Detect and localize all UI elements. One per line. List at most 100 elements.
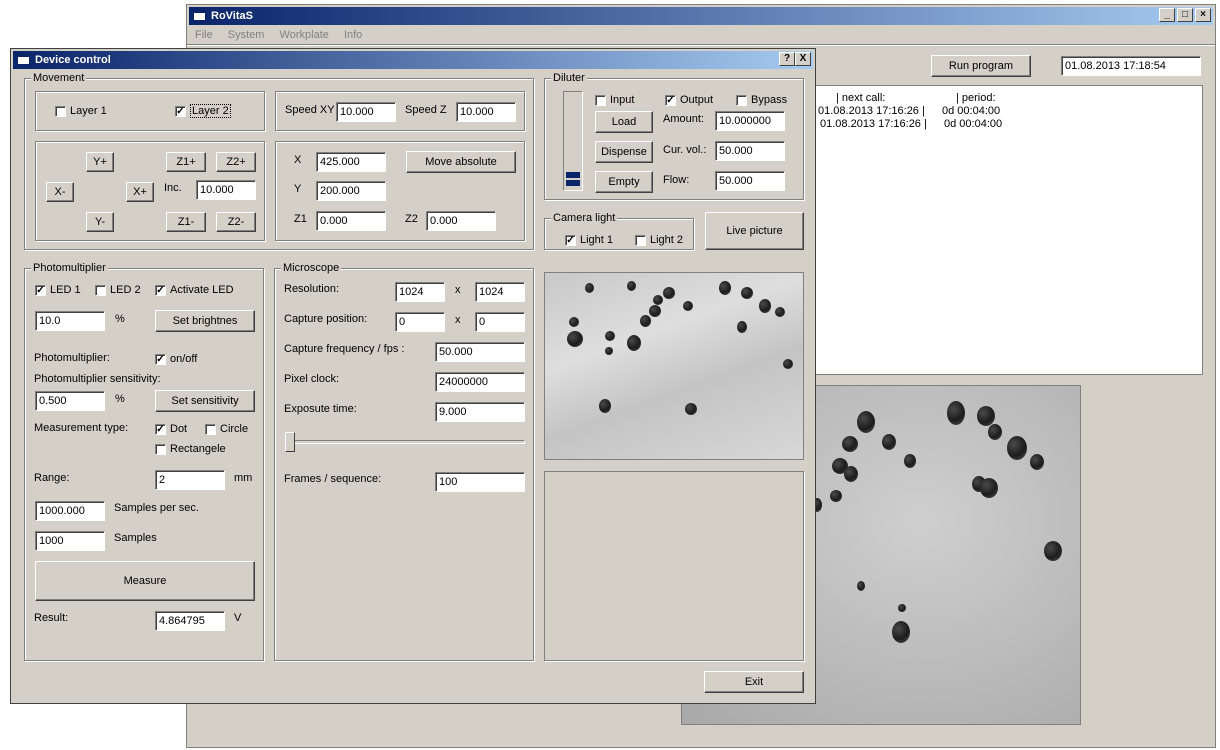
- layer1-check: [55, 105, 66, 117]
- log-row-next-call: 01.08.2013 17:16:26 |: [820, 118, 927, 130]
- menu-bar: File System Workplate Info: [195, 29, 374, 41]
- empty-button[interactable]: Empty: [595, 171, 653, 193]
- exposure-slider-thumb[interactable]: [285, 432, 295, 452]
- on-off-checkbox[interactable]: ✓ on/off: [155, 352, 197, 366]
- device-control-titlebar[interactable]: Device control: [13, 51, 813, 69]
- menu-workplate[interactable]: Workplate: [280, 29, 329, 41]
- empty-panel: [544, 471, 804, 661]
- fps-input[interactable]: 50.000: [435, 342, 525, 362]
- output-label: Output: [680, 94, 714, 106]
- led1-checkbox[interactable]: ✓ LED 1: [35, 283, 81, 297]
- speed-box: Speed XY 10.000 Speed Z 10.000: [275, 91, 525, 131]
- input-check: [595, 94, 606, 106]
- device-control-title: Device control: [35, 54, 111, 66]
- z2-plus-button[interactable]: Z2+: [216, 152, 256, 172]
- measurement-type-label: Measurement type:: [34, 422, 129, 434]
- exit-button[interactable]: Exit: [704, 671, 804, 693]
- main-window-titlebar[interactable]: RoVitaS: [189, 7, 1213, 25]
- y-plus-button[interactable]: Y+: [86, 152, 114, 172]
- y-minus-button[interactable]: Y-: [86, 212, 114, 232]
- log-panel[interactable]: | next call: | period: 01.08.2013 17:16:…: [815, 85, 1203, 375]
- samples-input[interactable]: 1000: [35, 531, 105, 551]
- dot-checkbox[interactable]: ✓ Dot: [155, 422, 187, 436]
- main-close-button[interactable]: ×: [1195, 8, 1211, 22]
- led2-checkbox[interactable]: LED 2: [95, 283, 141, 297]
- x-input[interactable]: 425.000: [316, 152, 386, 172]
- input-label: Input: [610, 94, 635, 106]
- dispense-button[interactable]: Dispense: [595, 141, 653, 163]
- y-input[interactable]: 200.000: [316, 181, 386, 201]
- resolution-height-input[interactable]: 1024: [475, 282, 525, 302]
- fps-label: Capture frequency / fps :: [284, 343, 405, 355]
- close-button[interactable]: X: [795, 52, 811, 66]
- live-picture-button[interactable]: Live picture: [705, 212, 804, 250]
- run-program-button[interactable]: Run program: [931, 55, 1031, 77]
- samples-per-sec-input[interactable]: 1000.000: [35, 501, 105, 521]
- circle-checkbox[interactable]: Circle: [205, 422, 248, 436]
- brightness-percent: %: [115, 313, 125, 325]
- light2-label: Light 2: [650, 234, 684, 246]
- capture-x-sep: x: [455, 314, 461, 326]
- brightness-input[interactable]: 10.0: [35, 311, 105, 331]
- absolute-box: X 425.000 Move absolute Y 200.000 Z1 0.0…: [275, 141, 525, 241]
- set-brightness-button[interactable]: Set brightnes: [155, 310, 255, 332]
- resolution-width-input[interactable]: 1024: [395, 282, 445, 302]
- photomultiplier-group: Photomultiplier ✓ LED 1 LED 2 ✓ Activate…: [24, 262, 264, 661]
- menu-info[interactable]: Info: [344, 29, 362, 41]
- on-off-label: on/off: [170, 353, 198, 365]
- z1-input[interactable]: 0.000: [316, 211, 386, 231]
- move-absolute-button[interactable]: Move absolute: [406, 151, 516, 173]
- inc-input[interactable]: 10.000: [196, 180, 256, 200]
- x-plus-button[interactable]: X+: [126, 182, 154, 202]
- amount-input[interactable]: 10.000000: [715, 111, 785, 131]
- app-icon: [193, 10, 206, 21]
- pixel-clock-input[interactable]: 24000000: [435, 372, 525, 392]
- frames-input[interactable]: 100: [435, 472, 525, 492]
- y-label: Y: [294, 183, 302, 195]
- camera-light-group-label: Camera light: [551, 212, 618, 225]
- result-field[interactable]: 4.864795: [155, 611, 225, 631]
- set-sensitivity-button[interactable]: Set sensitivity: [155, 390, 255, 412]
- exposure-input[interactable]: 9.000: [435, 402, 525, 422]
- range-input[interactable]: 2: [155, 470, 225, 490]
- layer1-checkbox[interactable]: Layer 1: [55, 104, 107, 118]
- capture-x-input[interactable]: 0: [395, 312, 445, 332]
- speed-z-label: Speed Z: [405, 104, 447, 116]
- help-button[interactable]: ?: [779, 52, 795, 66]
- activate-led-checkbox[interactable]: ✓ Activate LED: [155, 283, 234, 297]
- minimize-icon: _: [1164, 9, 1170, 20]
- maximize-icon: □: [1181, 9, 1189, 20]
- capture-y-input[interactable]: 0: [475, 312, 525, 332]
- light1-checkbox[interactable]: ✓ Light 1: [565, 233, 613, 247]
- menu-system[interactable]: System: [228, 29, 265, 41]
- load-button[interactable]: Load: [595, 111, 653, 133]
- speed-z-input[interactable]: 10.000: [456, 102, 516, 122]
- sensitivity-input[interactable]: 0.500: [35, 391, 105, 411]
- measure-button[interactable]: Measure: [35, 561, 255, 601]
- light2-checkbox[interactable]: Light 2: [635, 233, 683, 247]
- flow-input[interactable]: 50.000: [715, 171, 785, 191]
- output-checkbox[interactable]: ✓ Output: [665, 93, 713, 107]
- bypass-label: Bypass: [751, 94, 788, 106]
- rectangle-label: Rectangele: [170, 443, 226, 455]
- rectangle-checkbox[interactable]: Rectangele: [155, 442, 226, 456]
- menu-file[interactable]: File: [195, 29, 213, 41]
- z2-input[interactable]: 0.000: [426, 211, 496, 231]
- speed-xy-input[interactable]: 10.000: [336, 102, 396, 122]
- z1-plus-button[interactable]: Z1+: [166, 152, 206, 172]
- cur-vol-input[interactable]: 50.000: [715, 141, 785, 161]
- checkmark-icon: ✓: [155, 423, 166, 435]
- maximize-button[interactable]: □: [1177, 8, 1193, 22]
- input-checkbox[interactable]: Input: [595, 93, 634, 107]
- checkmark-icon: ✓: [665, 94, 676, 106]
- layer2-checkbox[interactable]: ✓ Layer 2: [175, 104, 231, 118]
- x-minus-button[interactable]: X-: [46, 182, 74, 202]
- bypass-checkbox[interactable]: Bypass: [736, 93, 787, 107]
- inc-label: Inc.: [164, 182, 182, 194]
- minimize-button[interactable]: _: [1159, 8, 1175, 22]
- bypass-check: [736, 94, 747, 106]
- z1-minus-button[interactable]: Z1-: [166, 212, 206, 232]
- exposure-slider-track[interactable]: [285, 440, 525, 444]
- datetime-field[interactable]: 01.08.2013 17:18:54: [1061, 56, 1201, 76]
- z2-minus-button[interactable]: Z2-: [216, 212, 256, 232]
